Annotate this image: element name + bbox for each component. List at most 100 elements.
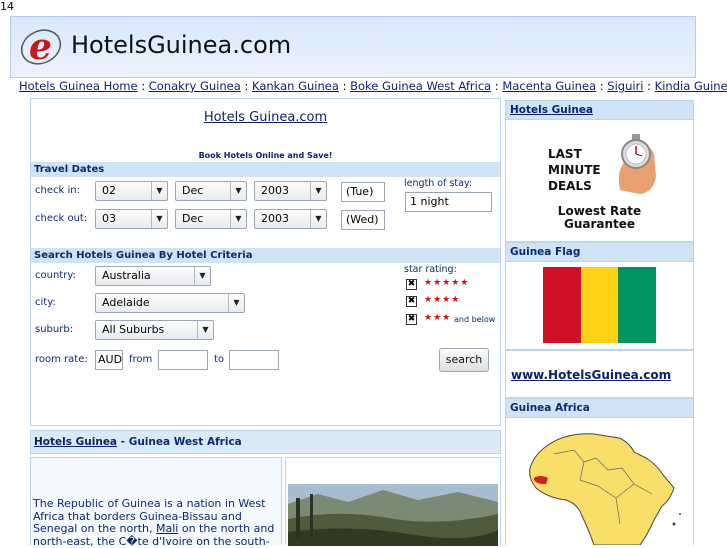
criteria-heading: Search Hotels Guinea By Hotel Criteria <box>31 248 500 263</box>
four-stars: ★★★★ <box>424 295 461 305</box>
checkin-year-value: 2003 <box>261 184 289 197</box>
nav-conakry[interactable]: Conakry Guinea <box>149 79 241 93</box>
checkin-month-select[interactable]: Dec ▼ <box>175 181 247 201</box>
checkout-month-select[interactable]: Dec ▼ <box>175 209 247 229</box>
dropdown-arrow-icon: ▼ <box>151 210 167 228</box>
deals-line-3: DEALS <box>548 179 592 193</box>
nav-separator: : <box>137 79 149 93</box>
flag-stripe-yellow <box>580 267 619 343</box>
nav-separator: : <box>491 79 503 93</box>
checkout-day-select[interactable]: 03 ▼ <box>95 209 168 229</box>
nav-separator: : <box>338 79 351 93</box>
nav-kindia[interactable]: Kindia Guinea <box>655 79 727 93</box>
country-select[interactable]: Australia ▼ <box>95 266 211 286</box>
four-star-checkbox[interactable]: ✖ <box>406 296 417 307</box>
country-value: Australia <box>102 269 151 282</box>
dropdown-arrow-icon: ▼ <box>151 182 167 200</box>
nav-kankan[interactable]: Kankan Guinea <box>252 79 339 93</box>
rate-from-input[interactable] <box>158 350 208 370</box>
sidebar-flag-heading: Guinea Flag <box>505 242 694 262</box>
nav-boke[interactable]: Boke Guinea West Africa <box>350 79 491 93</box>
tagline: Book Hotels Online and Save! <box>198 151 333 160</box>
room-rate-label: room rate: <box>35 354 88 365</box>
city-value: Adelaide <box>102 296 150 309</box>
dropdown-arrow-icon: ▼ <box>197 321 213 339</box>
country-label: country: <box>35 270 76 281</box>
to-label: to <box>214 354 225 365</box>
search-panel: Hotels Guinea.com Book Hotels Online and… <box>30 98 501 426</box>
suburb-label: suburb: <box>35 324 74 335</box>
dropdown-arrow-icon: ▼ <box>310 182 326 200</box>
three-star-checkbox[interactable]: ✖ <box>406 314 417 325</box>
checkout-weekday: (Wed) <box>341 210 385 230</box>
flag-panel <box>505 262 694 350</box>
from-label: from <box>129 354 153 365</box>
photo-box <box>285 457 501 546</box>
africa-map-panel <box>505 418 694 545</box>
and-below-label: and below <box>454 315 496 324</box>
nav-separator: : <box>240 79 252 93</box>
five-stars: ★★★★★ <box>424 278 470 288</box>
dropdown-arrow-icon: ▼ <box>230 210 246 228</box>
checkout-day-value: 03 <box>102 212 116 225</box>
checkin-month-value: Dec <box>182 184 204 197</box>
sidebar-hotels-link[interactable]: Hotels Guinea <box>510 104 593 116</box>
logo-e-icon: e <box>20 26 62 68</box>
star-rating-label: star rating: <box>404 264 457 275</box>
five-star-checkbox[interactable]: ✖ <box>406 279 417 290</box>
nav-separator: : <box>643 79 655 93</box>
nav-hotels-guinea-home[interactable]: Hotels Guinea Home <box>19 79 138 93</box>
checkin-label: check in: <box>35 185 80 196</box>
suburb-value: All Suburbs <box>102 323 165 336</box>
page-number: 14 <box>0 0 14 13</box>
nav-separator: : <box>596 79 608 93</box>
city-label: city: <box>35 297 56 308</box>
checkin-year-select[interactable]: 2003 ▼ <box>254 181 327 201</box>
top-nav: Hotels Guinea Home : Conakry Guinea : Ka… <box>0 79 727 97</box>
currency-field[interactable]: AUD <box>95 350 123 370</box>
rate-to-input[interactable] <box>229 350 279 370</box>
site-header: e HotelsGuinea.com <box>10 16 696 78</box>
description-box: The Republic of Guinea is a nation in We… <box>30 457 283 548</box>
www-link[interactable]: www.HotelsGuinea.com <box>511 368 671 382</box>
site-link[interactable]: Hotels Guinea.com <box>31 110 500 125</box>
last-minute-deals-banner[interactable]: LAST MINUTE DEALS Lowest Rate Guarantee <box>505 120 694 242</box>
guinea-flag <box>543 267 657 343</box>
site-name: HotelsGuinea.com <box>71 31 292 59</box>
guarantee-line-2: Guarantee <box>563 217 636 231</box>
sidebar-hotels-heading: Hotels Guinea <box>505 100 694 120</box>
svg-text:e: e <box>29 26 52 68</box>
checkout-label: check out: <box>35 213 88 224</box>
search-button[interactable]: search <box>439 348 489 372</box>
dropdown-arrow-icon: ▼ <box>310 210 326 228</box>
nav-macenta[interactable]: Macenta Guinea <box>502 79 596 93</box>
dropdown-arrow-icon: ▼ <box>230 182 246 200</box>
flag-stripe-green <box>618 267 657 343</box>
description-text: The Republic of Guinea is a nation in We… <box>33 497 283 548</box>
deals-line-1: LAST <box>548 147 582 161</box>
sidebar-africa-heading: Guinea Africa <box>505 398 694 418</box>
checkin-day-select[interactable]: 02 ▼ <box>95 181 168 201</box>
suburb-select[interactable]: All Suburbs ▼ <box>95 320 214 340</box>
checkout-month-value: Dec <box>182 212 204 225</box>
info-heading-rest: - Guinea West Africa <box>117 436 242 448</box>
checkin-day-value: 02 <box>102 184 116 197</box>
hotels-guinea-link[interactable]: Hotels Guinea <box>34 436 117 448</box>
flag-stripe-red <box>543 267 581 343</box>
nav-siguiri[interactable]: Siguiri <box>607 79 643 93</box>
deals-line-2: MINUTE <box>548 163 601 177</box>
city-select[interactable]: Adelaide ▼ <box>95 293 245 313</box>
africa-map-icon <box>529 433 681 545</box>
length-of-stay-label: length of stay: <box>404 178 473 189</box>
www-panel: www.HotelsGuinea.com <box>505 350 694 398</box>
checkout-year-select[interactable]: 2003 ▼ <box>254 209 327 229</box>
checkin-weekday: (Tue) <box>341 182 385 202</box>
landscape-photo-graphic <box>288 484 498 546</box>
dropdown-arrow-icon: ▼ <box>194 267 210 285</box>
mali-link[interactable]: Mali <box>156 522 178 535</box>
checkout-year-value: 2003 <box>261 212 289 225</box>
travel-dates-heading: Travel Dates <box>31 162 500 177</box>
length-of-stay-input[interactable]: 1 night <box>405 192 492 212</box>
three-stars: ★★★ <box>424 313 452 323</box>
stopwatch-icon <box>618 134 656 194</box>
